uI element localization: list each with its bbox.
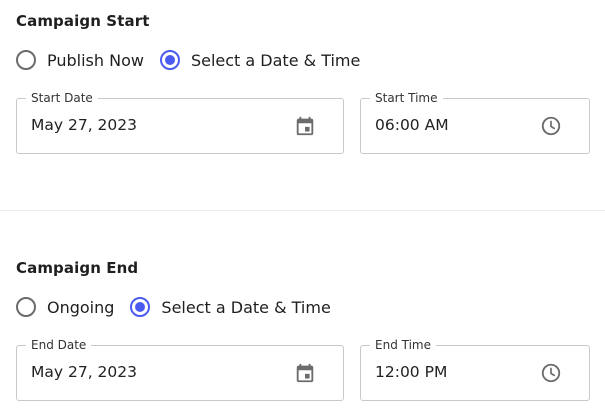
publish-now-radio[interactable] <box>16 50 36 70</box>
radio-selected-dot <box>164 55 175 65</box>
ongoing-option[interactable]: Ongoing <box>16 297 114 317</box>
start-select-date-time-radio[interactable] <box>159 50 180 70</box>
clock-icon[interactable] <box>540 362 562 384</box>
publish-now-label[interactable]: Publish Now <box>47 51 144 70</box>
start-time-value[interactable]: 06:00 AM <box>375 116 449 134</box>
start-select-date-time-label[interactable]: Select a Date & Time <box>191 51 360 70</box>
end-date-label: End Date <box>26 338 92 352</box>
end-time-value[interactable]: 12:00 PM <box>375 363 447 381</box>
clock-icon[interactable] <box>540 115 562 137</box>
end-select-date-time-radio[interactable] <box>130 297 151 317</box>
campaign-end-title: Campaign End <box>16 259 139 277</box>
start-time-field[interactable]: Start Time 06:00 AM <box>360 91 590 154</box>
start-date-field[interactable]: Start Date May 27, 2023 <box>16 91 344 154</box>
start-date-label: Start Date <box>26 91 98 105</box>
end-date-value[interactable]: May 27, 2023 <box>31 363 137 381</box>
start-time-label: Start Time <box>370 91 443 105</box>
calendar-icon[interactable] <box>294 362 316 384</box>
campaign-start-title: Campaign Start <box>16 12 150 30</box>
campaign-start-options: Publish Now Select a Date & Time <box>16 49 376 71</box>
end-select-date-time-option[interactable]: Select a Date & Time <box>130 297 331 317</box>
section-divider <box>0 210 605 211</box>
end-time-label: End Time <box>370 338 436 352</box>
end-date-field[interactable]: End Date May 27, 2023 <box>16 338 344 401</box>
end-time-field[interactable]: End Time 12:00 PM <box>360 338 590 401</box>
end-select-date-time-label[interactable]: Select a Date & Time <box>161 298 330 317</box>
start-date-value[interactable]: May 27, 2023 <box>31 116 137 134</box>
ongoing-radio[interactable] <box>16 297 36 317</box>
campaign-end-options: Ongoing Select a Date & Time <box>16 296 347 318</box>
start-select-date-time-option[interactable]: Select a Date & Time <box>159 50 360 70</box>
calendar-icon[interactable] <box>294 115 316 137</box>
ongoing-label[interactable]: Ongoing <box>47 298 114 317</box>
radio-selected-dot <box>135 302 146 312</box>
campaign-schedule-form: Campaign Start Publish Now Select a Date… <box>0 0 605 417</box>
publish-now-option[interactable]: Publish Now <box>16 50 144 70</box>
